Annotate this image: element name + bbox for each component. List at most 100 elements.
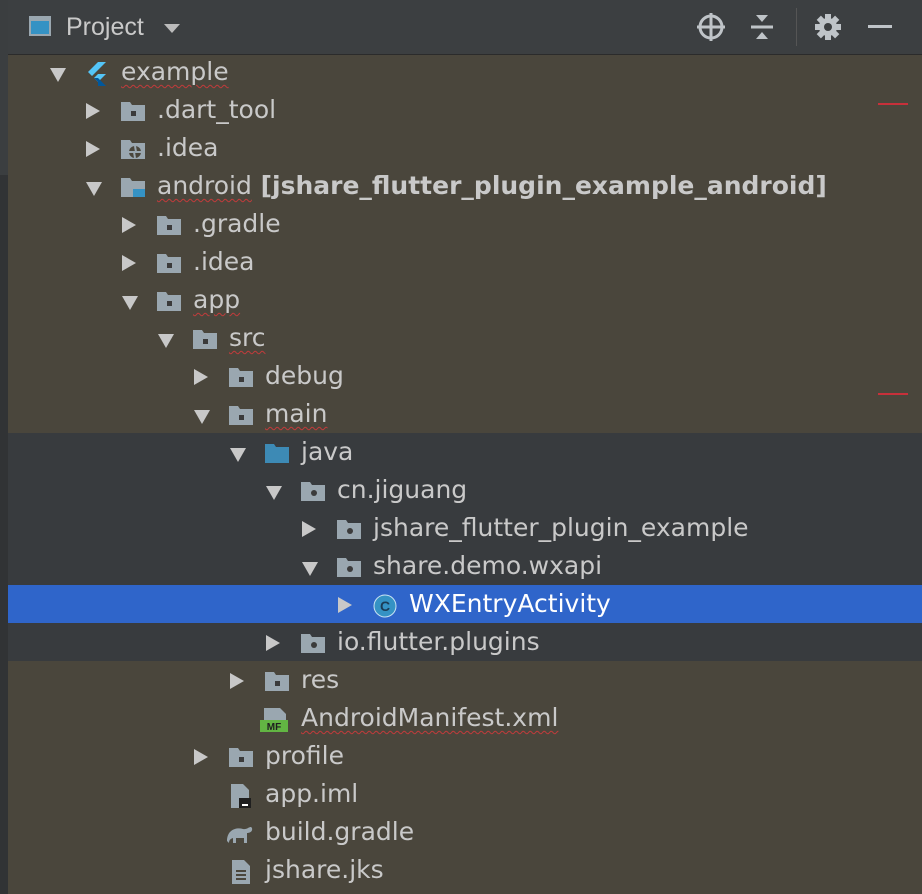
- tree-item-label: cn.jiguang: [337, 474, 467, 506]
- package-icon: [336, 517, 362, 541]
- tree-item-label: android [jshare_flutter_plugin_example_a…: [157, 170, 827, 202]
- gradle-icon: [224, 821, 254, 845]
- tree-row[interactable]: src: [8, 319, 922, 357]
- expand-arrow-right-icon[interactable]: [338, 597, 352, 613]
- expand-arrow-right-icon[interactable]: [122, 217, 136, 233]
- tree-row[interactable]: share.demo.wxapi: [8, 547, 922, 585]
- tree-item-label: .gradle: [193, 208, 281, 240]
- panel-title[interactable]: Project: [66, 12, 144, 42]
- expand-arrow-right-icon[interactable]: [230, 673, 244, 689]
- expand-arrow-right-icon[interactable]: [194, 369, 208, 385]
- tree-item-label: profile: [265, 740, 344, 772]
- expand-arrow-right-icon[interactable]: [122, 255, 136, 271]
- tree-item-label: example: [121, 56, 229, 88]
- tree-row[interactable]: .dart_tool: [8, 91, 922, 129]
- tree-row[interactable]: android [jshare_flutter_plugin_example_a…: [8, 167, 922, 205]
- package-icon: [336, 555, 362, 579]
- folder-icon: [156, 289, 182, 313]
- expand-arrow-right-icon[interactable]: [194, 749, 208, 765]
- text-file-icon: [228, 859, 254, 884]
- project-panel-icon: [29, 16, 51, 36]
- tree-item-name: io.flutter.plugins: [337, 627, 540, 656]
- tree-row[interactable]: app.iml: [8, 775, 922, 813]
- svg-text:C: C: [380, 598, 390, 614]
- tree-item-name: res: [301, 665, 340, 694]
- expand-arrow-right-icon[interactable]: [302, 521, 316, 537]
- expand-arrow-right-icon[interactable]: [266, 635, 280, 651]
- expand-arrow-down-icon[interactable]: [194, 410, 210, 424]
- folder-icon: [120, 99, 146, 123]
- tree-row[interactable]: debug: [8, 357, 922, 395]
- tree-row[interactable]: jshare_flutter_plugin_example: [8, 509, 922, 547]
- collapse-all-icon[interactable]: [745, 10, 779, 44]
- package-icon: [300, 479, 326, 503]
- tree-item-name: app: [193, 285, 241, 314]
- folder-icon: [156, 251, 182, 275]
- folder-icon: [228, 745, 254, 769]
- folder-icon: [264, 669, 290, 693]
- tree-row[interactable]: C WXEntryActivity: [8, 585, 922, 623]
- tree-item-name: jshare_flutter_plugin_example: [373, 513, 749, 542]
- expand-arrow-down-icon[interactable]: [86, 182, 102, 196]
- tree-row[interactable]: profile: [8, 737, 922, 775]
- class-icon: C: [372, 593, 398, 618]
- tree-item-name: jshare.jks: [265, 855, 384, 884]
- tree-item-name: AndroidManifest.xml: [301, 703, 559, 732]
- tree-item-name: debug: [265, 361, 344, 390]
- tree-row[interactable]: example: [8, 53, 922, 91]
- tree-item-label: AndroidManifest.xml: [301, 702, 558, 734]
- tree-item-label: .idea: [193, 246, 254, 278]
- locate-icon[interactable]: [694, 10, 728, 44]
- gear-icon[interactable]: [811, 10, 845, 44]
- tree-row[interactable]: MF AndroidManifest.xml: [8, 699, 922, 737]
- tree-item-label: io.flutter.plugins: [337, 626, 540, 658]
- tree-item-label: .idea: [157, 132, 218, 164]
- tree-row[interactable]: res: [8, 661, 922, 699]
- module-name-suffix: [jshare_flutter_plugin_example_android]: [251, 171, 827, 200]
- tree-item-name: android: [157, 171, 252, 200]
- tree-item-label: main: [265, 398, 327, 430]
- hide-icon[interactable]: [863, 10, 897, 44]
- expand-arrow-right-icon[interactable]: [86, 141, 100, 157]
- expand-arrow-down-icon[interactable]: [50, 68, 66, 82]
- tree-item-name: example: [121, 57, 229, 86]
- android-module-folder-icon: [120, 175, 146, 199]
- iml-file-icon: [228, 783, 254, 808]
- tree-item-label: src: [229, 322, 266, 354]
- tree-item-name: .idea: [157, 133, 219, 162]
- tree-item-label: .dart_tool: [157, 94, 276, 126]
- tree-item-label: jshare_flutter_plugin_example: [373, 512, 749, 544]
- tree-item-label: debug: [265, 360, 344, 392]
- tree-row[interactable]: jshare.jks: [8, 851, 922, 889]
- tree-row[interactable]: java: [8, 433, 922, 471]
- tree-row[interactable]: build.gradle: [8, 813, 922, 851]
- tree-row[interactable]: .gradle: [8, 205, 922, 243]
- tree-row[interactable]: main: [8, 395, 922, 433]
- expand-arrow-down-icon[interactable]: [158, 334, 174, 348]
- expand-arrow-down-icon[interactable]: [230, 448, 246, 462]
- tree-item-label: res: [301, 664, 339, 696]
- tree-row[interactable]: .idea: [8, 129, 922, 167]
- tree-item-name: build.gradle: [265, 817, 415, 846]
- expand-arrow-down-icon[interactable]: [122, 296, 138, 310]
- left-edge-strip: [0, 0, 8, 894]
- tree-item-label: share.demo.wxapi: [373, 550, 602, 582]
- tree-item-name: cn.jiguang: [337, 475, 468, 504]
- tree-item-label: app: [193, 284, 240, 316]
- tree-item-label: app.iml: [265, 778, 358, 810]
- tree-item-name: java: [301, 437, 354, 466]
- tree-item-label: build.gradle: [265, 816, 414, 848]
- package-icon: [300, 631, 326, 655]
- tree-row[interactable]: cn.jiguang: [8, 471, 922, 509]
- chevron-down-icon[interactable]: [164, 24, 180, 33]
- expand-arrow-right-icon[interactable]: [86, 103, 100, 119]
- svg-text:MF: MF: [267, 722, 281, 733]
- tree-row[interactable]: io.flutter.plugins: [8, 623, 922, 661]
- folder-icon: [192, 327, 218, 351]
- tree-item-name: .gradle: [193, 209, 281, 238]
- expand-arrow-down-icon[interactable]: [302, 562, 318, 576]
- tree-row[interactable]: app: [8, 281, 922, 319]
- tree-row[interactable]: .idea: [8, 243, 922, 281]
- tree-item-name: share.demo.wxapi: [373, 551, 603, 580]
- expand-arrow-down-icon[interactable]: [266, 486, 282, 500]
